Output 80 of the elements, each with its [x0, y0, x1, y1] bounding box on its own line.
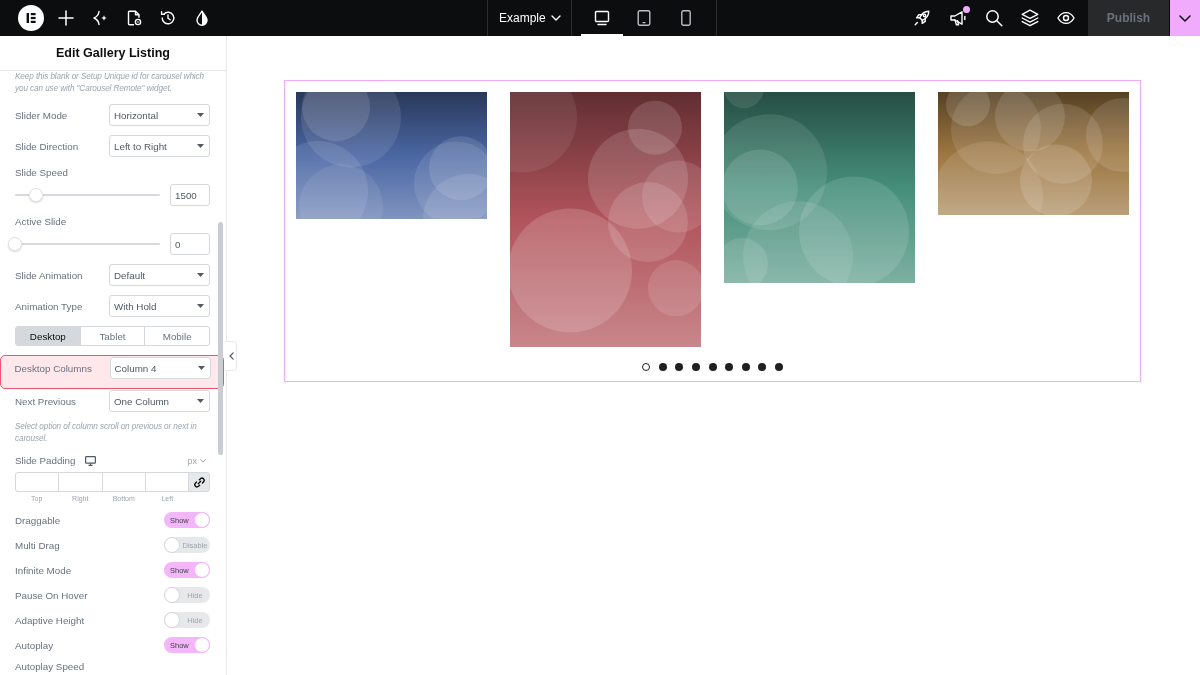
- toggle-knob: [164, 587, 180, 603]
- plus-icon[interactable]: [58, 10, 74, 26]
- field-label: Multi Drag: [15, 538, 60, 552]
- phone-icon[interactable]: [681, 10, 691, 26]
- toggle-knob: [164, 537, 180, 553]
- hint-text: Select option of column scroll on previous or next in carousel.: [15, 421, 198, 445]
- desktop-icon[interactable]: [594, 10, 610, 26]
- tab[interactable]: Mobile: [144, 326, 210, 346]
- field-label: Adaptive Height: [15, 613, 85, 627]
- chevron-left-icon: [228, 352, 234, 360]
- history-icon[interactable]: [160, 10, 176, 26]
- field-label: Infinite Mode: [15, 563, 72, 577]
- dropdown[interactable]: Horizontal: [109, 104, 210, 126]
- dropdown[interactable]: With Hold: [109, 295, 210, 317]
- hint-text: Keep this blank or Setup Unique id for carousel which you can use with "Carousel Remote" widget.: [15, 71, 206, 95]
- dropdown[interactable]: One Column: [109, 390, 210, 412]
- chevron-down-icon: [1179, 14, 1191, 22]
- input-field[interactable]: [58, 472, 103, 492]
- rocket-icon[interactable]: [913, 9, 931, 27]
- field-label: Active Slide: [15, 215, 67, 228]
- toggle-knob: [164, 612, 180, 628]
- pagination-dot[interactable]: [675, 363, 684, 371]
- pagination-dot[interactable]: [708, 363, 717, 371]
- pagination-dot[interactable]: [725, 363, 734, 371]
- dropdown[interactable]: Left to Right: [109, 135, 210, 157]
- toggle-knob: [194, 637, 210, 653]
- field-label: Autoplay: [15, 638, 54, 652]
- field-label: Animation Type: [15, 299, 83, 313]
- number-input[interactable]: 1500: [170, 184, 210, 206]
- caret-icon: [197, 399, 204, 403]
- layers-icon[interactable]: [1021, 9, 1039, 27]
- slider-thumb[interactable]: [8, 237, 22, 251]
- slider-thumb[interactable]: [29, 188, 43, 202]
- field-label: Slide Animation: [15, 268, 83, 282]
- pagination-dot[interactable]: [658, 363, 667, 371]
- input-field[interactable]: [15, 472, 60, 492]
- field-label: Next Previous: [15, 394, 76, 408]
- dropdown[interactable]: Default: [109, 264, 210, 286]
- input-field[interactable]: [101, 472, 146, 492]
- field-label: Draggable: [15, 513, 61, 527]
- drop-icon[interactable]: [194, 10, 210, 26]
- link-icon: [193, 476, 205, 488]
- panel-title: Edit Gallery Listing: [56, 46, 170, 60]
- field-label: Slider Mode: [15, 108, 68, 122]
- dropdown[interactable]: Column 4: [109, 357, 211, 379]
- publish-options-button[interactable]: [1170, 0, 1200, 36]
- field-label: Slide Direction: [15, 139, 79, 153]
- pagination-dot[interactable]: [774, 363, 783, 371]
- link-button[interactable]: [188, 472, 210, 492]
- eye-icon[interactable]: [1057, 9, 1075, 27]
- sparkle-icon[interactable]: [92, 10, 108, 26]
- field-label: Slide Speed: [15, 166, 68, 179]
- field-label: Pause On Hover: [15, 588, 88, 602]
- search-icon[interactable]: [985, 9, 1003, 27]
- page-settings-icon[interactable]: [126, 10, 142, 26]
- pagination-dot[interactable]: [691, 363, 700, 371]
- chevron-down-icon: [200, 458, 206, 463]
- pagination-dot[interactable]: [741, 363, 750, 371]
- caret-icon: [197, 273, 204, 277]
- input-field[interactable]: [144, 472, 189, 492]
- number-input[interactable]: 0: [170, 233, 210, 255]
- caret-icon: [197, 366, 205, 370]
- scrollbar-thumb[interactable]: [218, 222, 223, 455]
- app-logo-icon[interactable]: [18, 5, 44, 31]
- megaphone-icon[interactable]: [949, 9, 967, 27]
- pagination-dot[interactable]: [758, 363, 767, 371]
- caret-icon: [197, 144, 204, 148]
- caret-icon: [197, 113, 204, 117]
- chevron-down-icon: [550, 15, 561, 21]
- pagination-dot[interactable]: [642, 363, 651, 371]
- tab[interactable]: Desktop: [15, 326, 81, 346]
- caret-icon: [197, 304, 204, 308]
- field-label: Autoplay Speed: [15, 660, 85, 673]
- toggle-knob: [194, 512, 210, 528]
- desktop-icon[interactable]: [85, 455, 97, 466]
- tablet-icon[interactable]: [637, 10, 651, 26]
- field-label: Slide Padding: [15, 454, 76, 467]
- toggle-knob: [194, 562, 210, 578]
- tab[interactable]: Tablet: [79, 326, 146, 346]
- field-label: Desktop Columns: [14, 361, 92, 375]
